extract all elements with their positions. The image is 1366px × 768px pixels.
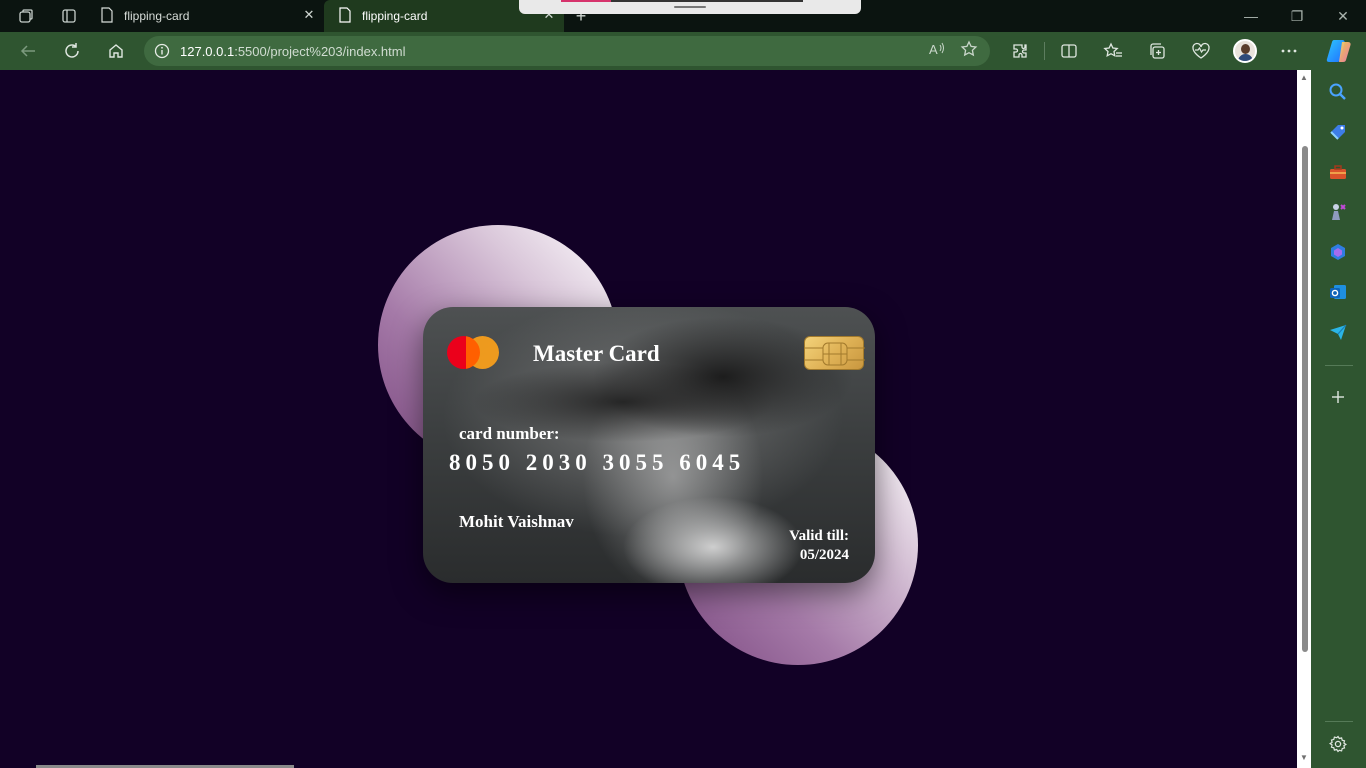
send-icon[interactable] <box>1326 320 1350 344</box>
read-aloud-icon[interactable]: A <box>928 41 946 62</box>
split-screen-icon[interactable] <box>1047 32 1091 70</box>
tab-title: flipping-card <box>124 9 190 23</box>
browser-toolbar: 127.0.0.1:5500/project%203/index.html A <box>0 32 1366 70</box>
add-icon[interactable] <box>1326 385 1350 409</box>
chess-icon[interactable] <box>1326 200 1350 224</box>
valid-till-label: Valid till: <box>789 528 849 544</box>
close-icon[interactable]: ✕ <box>302 7 316 22</box>
svg-text:A: A <box>929 42 938 57</box>
card-holder-name: Mohit Vaishnav <box>459 512 574 531</box>
tag-icon[interactable] <box>1326 120 1350 144</box>
toolbar-divider <box>1044 42 1045 60</box>
url-text: 127.0.0.1:5500/project%203/index.html <box>180 44 406 59</box>
page-icon <box>338 6 352 26</box>
outlook-icon[interactable] <box>1326 280 1350 304</box>
url-path: :5500/project%203/index.html <box>234 43 406 59</box>
sidebar-divider <box>1325 721 1353 722</box>
tab-title: flipping-card <box>362 9 428 23</box>
scroll-up-arrow-icon[interactable]: ▲ <box>1299 74 1309 82</box>
back-button[interactable] <box>6 32 50 70</box>
browser-essentials-icon[interactable] <box>1179 32 1223 70</box>
valid-till-date: 05/2024 <box>799 547 849 563</box>
page-viewport: Master Card card number: 8050 2030 3055 … <box>0 70 1297 768</box>
home-button[interactable] <box>94 32 138 70</box>
edge-sidebar <box>1311 70 1366 768</box>
tab-strip: flipping-card ✕ flipping-card ✕ + — ❐ ✕ <box>0 0 1366 32</box>
copilot-icon[interactable] <box>1325 38 1353 64</box>
avatar <box>1233 39 1257 63</box>
address-bar[interactable]: 127.0.0.1:5500/project%203/index.html A <box>144 36 990 66</box>
credit-card[interactable]: Master Card card number: 8050 2030 3055 … <box>423 307 875 583</box>
scroll-thumb[interactable] <box>1302 146 1308 652</box>
chip-icon <box>804 336 865 370</box>
card-number-label: card number: <box>459 424 560 443</box>
card-number: 8050 2030 3055 6045 <box>449 450 746 475</box>
collections-icon[interactable] <box>1135 32 1179 70</box>
info-icon[interactable] <box>144 43 180 59</box>
favorites-icon[interactable] <box>1091 32 1135 70</box>
extensions-icon[interactable] <box>998 32 1042 70</box>
snap-handle[interactable] <box>519 0 861 14</box>
favorite-star-icon[interactable] <box>960 39 978 63</box>
sidebar-divider <box>1325 365 1353 366</box>
minimize-button[interactable]: — <box>1228 0 1274 32</box>
search-icon[interactable] <box>1326 80 1350 104</box>
workspaces-icon[interactable] <box>0 0 52 32</box>
vertical-scrollbar[interactable]: ▲ ▼ <box>1297 70 1311 768</box>
settings-icon[interactable] <box>1326 732 1350 756</box>
scroll-down-arrow-icon[interactable]: ▼ <box>1299 754 1309 762</box>
card-brand: Master Card <box>533 341 660 366</box>
close-window-button[interactable]: ✕ <box>1320 0 1366 32</box>
profile-button[interactable] <box>1223 32 1267 70</box>
vertical-tabs-icon[interactable] <box>52 0 86 32</box>
page-icon <box>100 6 114 26</box>
toolbox-icon[interactable] <box>1326 160 1350 184</box>
url-host: 127.0.0.1 <box>180 43 235 59</box>
restore-button[interactable]: ❐ <box>1274 0 1320 32</box>
more-menu-icon[interactable] <box>1267 32 1311 70</box>
m365-icon[interactable] <box>1326 240 1350 264</box>
refresh-button[interactable] <box>50 32 94 70</box>
tab-inactive[interactable]: flipping-card ✕ <box>86 0 324 32</box>
